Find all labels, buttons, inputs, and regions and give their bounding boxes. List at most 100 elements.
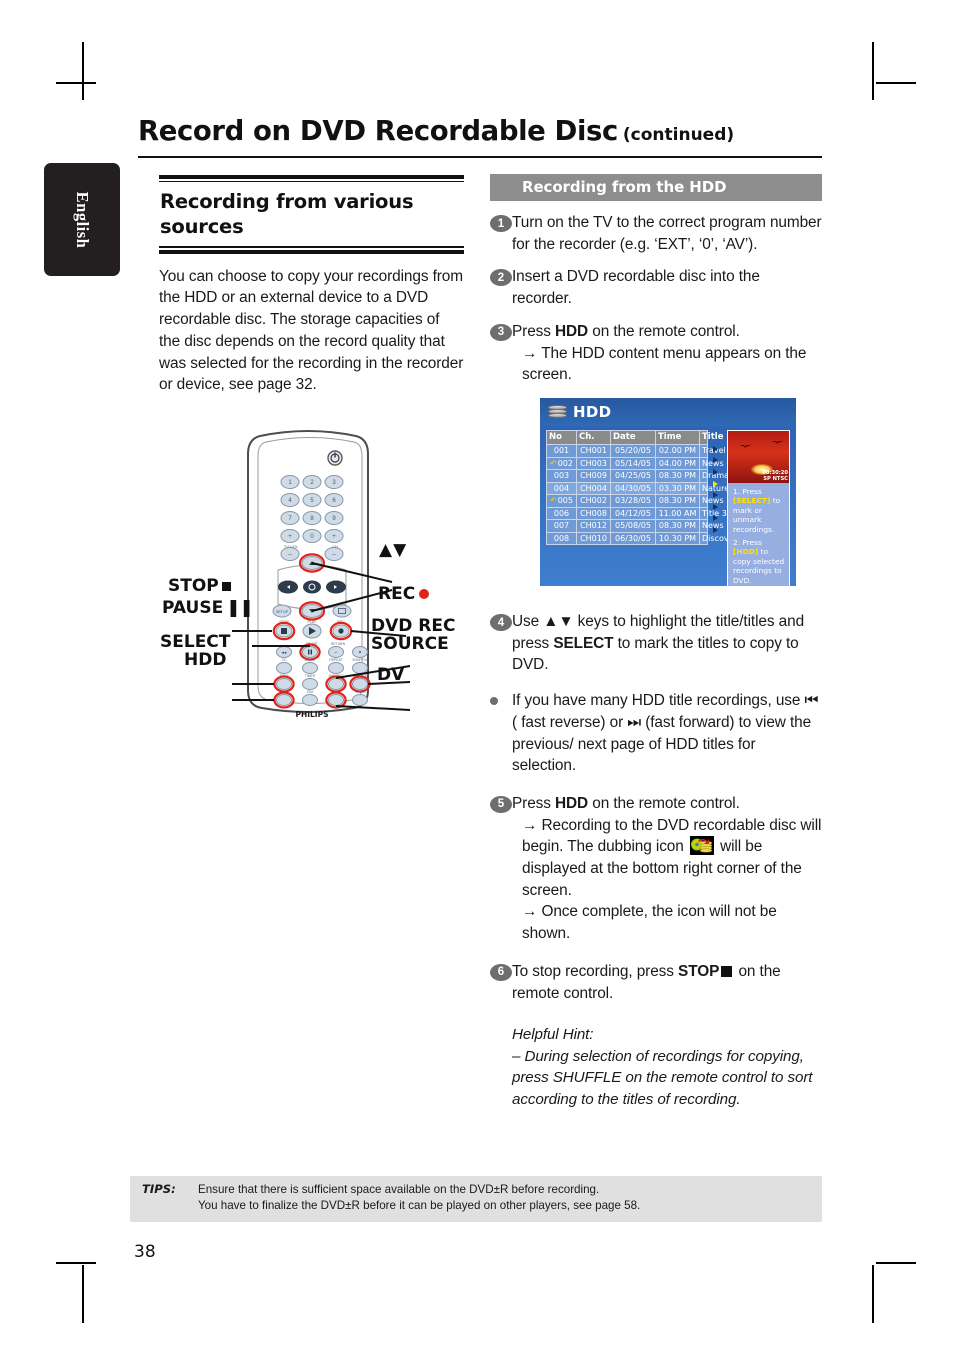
- col-date: Date: [610, 430, 656, 445]
- svg-text:SETUP: SETUP: [276, 610, 289, 614]
- svg-text:REPEAT: REPEAT: [329, 658, 342, 662]
- svg-text:DIM: DIM: [307, 690, 313, 694]
- step-number: 3: [490, 323, 512, 341]
- col-title: Title: [699, 430, 723, 445]
- cell-title: News: [699, 494, 724, 508]
- crop-mark-bottom-left-h: [56, 1262, 96, 1264]
- table-row[interactable]: ↶002 CH003 05/14/05 04.00 PM News: [546, 456, 724, 470]
- table-row[interactable]: 003 CH009 04/25/05 08.30 PM Drama: [546, 469, 729, 483]
- svg-text:T/C: T/C: [281, 658, 287, 662]
- step-5: 5 Press HDD on the remote control. → Rec…: [490, 793, 822, 945]
- svg-text:TV VOL: TV VOL: [284, 544, 299, 549]
- row-arrow-icon[interactable]: [713, 466, 722, 478]
- step-text: Use ▲▼ keys to highlight the title/title…: [512, 611, 822, 676]
- step-number: 5: [490, 795, 512, 813]
- step-5-sub-a: → Recording to the DVD recordable disc w…: [522, 816, 822, 856]
- hdd-stack-icon: [548, 404, 567, 420]
- step-number: 1: [490, 215, 512, 232]
- svg-text:⇄: ⇄: [359, 650, 362, 654]
- step-substep: → The HDD content menu appears on the sc…: [522, 344, 807, 384]
- row-arrow-icon[interactable]: [713, 443, 722, 455]
- section-rule-top-thick: [159, 175, 464, 179]
- crop-mark-top-left-v: [82, 42, 84, 100]
- cell-time: 03.30 PM: [655, 481, 700, 495]
- row-arrow-icon[interactable]: [713, 524, 722, 536]
- table-row[interactable]: 008 CH010 06/30/05 10.30 PM Discover: [546, 531, 737, 545]
- right-column-continued: 4 Use ▲▼ keys to highlight the title/tit…: [490, 600, 822, 1110]
- cell-title: Discover: [699, 531, 737, 545]
- row-arrow-icon[interactable]: [713, 489, 722, 501]
- row-arrow-icon[interactable]: [713, 455, 722, 467]
- pause-bars-icon: ❚❚: [226, 598, 253, 618]
- osd-side-panel: 00:30:20 SP NTSC 1. Press [SELECT] to ma…: [727, 430, 790, 586]
- svg-text:CH: CH: [332, 544, 338, 549]
- cell-ch: CH001: [576, 444, 611, 458]
- left-column: Recording from various sources You can c…: [159, 175, 464, 396]
- crop-mark-bottom-right-v: [872, 1265, 874, 1323]
- cell-ch: CH010: [576, 531, 611, 545]
- cell-date: 04/12/05: [610, 506, 656, 520]
- crop-mark-bottom-left-v: [82, 1265, 84, 1323]
- page-title: Record on DVD Recordable Disc (continued): [138, 115, 822, 147]
- callout-stop: STOP: [168, 576, 231, 596]
- step-4: 4 Use ▲▼ keys to highlight the title/tit…: [490, 611, 822, 676]
- bird-icon: [772, 441, 783, 446]
- step-text: To stop recording, press STOP on the rem…: [512, 961, 822, 1004]
- step-1: 1 Turn on the TV to the correct program …: [490, 212, 822, 255]
- callout-rec: REC: [378, 584, 430, 604]
- step-5-sub-c: → Once complete, the icon will not be sh…: [522, 903, 777, 943]
- table-row[interactable]: ↶005 CH002 03/28/05 08.30 PM News: [546, 494, 724, 508]
- cell-time: 08.30 PM: [655, 519, 700, 533]
- hdd-key-token: [HDD]: [733, 547, 759, 557]
- right-column: Recording from the HDD 1 Turn on the TV …: [490, 174, 822, 386]
- callout-dvd-rec: DVD REC: [371, 616, 456, 636]
- cell-title: Travel: [699, 444, 726, 458]
- table-row[interactable]: 007 CH012 05/08/05 08.30 PM News: [546, 519, 724, 533]
- cell-date: 04/30/05: [610, 481, 656, 495]
- page-number: 38: [134, 1242, 156, 1262]
- cell-ch: CH012: [576, 519, 611, 533]
- step-number: 6: [490, 963, 512, 981]
- row-arrow-icon[interactable]: [713, 513, 722, 525]
- osd-thumbnail-preview: 00:30:20 SP NTSC: [728, 431, 789, 483]
- cell-no: 004: [546, 481, 577, 495]
- helpful-hint-text: – During selection of recordings for cop…: [512, 1047, 813, 1108]
- svg-text:◀◀: ◀◀: [282, 650, 287, 654]
- row-arrow-icon[interactable]: [713, 478, 722, 490]
- table-row[interactable]: 001 CH001 05/20/05 02.00 PM Travel: [546, 444, 726, 458]
- step-text: Turn on the TV to the correct program nu…: [512, 214, 822, 253]
- cell-ch: CH008: [576, 506, 611, 520]
- osd-body: No Ch. Date Time Title 001 CH001 05/20/05 0…: [540, 426, 796, 586]
- svg-text:PLAY: PLAY: [308, 620, 318, 624]
- row-arrow-icon[interactable]: [713, 501, 722, 513]
- page-title-main: Record on DVD Recordable Disc: [138, 115, 618, 147]
- callout-source: SOURCE: [371, 634, 449, 654]
- tips-line-2: You have to finalize the DVD±R before it…: [198, 1199, 641, 1213]
- svg-text:+: +: [332, 534, 336, 540]
- page-title-continued: (continued): [622, 125, 735, 145]
- step-3: 3 Press HDD on the remote control. → The…: [490, 321, 822, 386]
- osd-title-table: No Ch. Date Time Title 001 CH001 05/20/05 0…: [546, 430, 737, 586]
- step-key-bold: HDD: [555, 322, 589, 340]
- thumbnail-mode: SP NTSC: [763, 476, 788, 482]
- crop-mark-bottom-right-h: [876, 1262, 916, 1264]
- section-body-text: You can choose to copy your recordings f…: [159, 267, 464, 394]
- remote-brand-label: PHILIPS: [295, 710, 328, 719]
- cell-ch: CH003: [576, 456, 611, 470]
- cell-time: 10.30 PM: [655, 531, 700, 545]
- cell-time: 08.30 PM: [655, 469, 700, 483]
- record-dot-icon: [419, 589, 430, 599]
- section-rule-bottom-thick: [159, 249, 464, 254]
- table-row[interactable]: 004 CH004 04/30/05 03.30 PM Nature: [546, 481, 729, 495]
- power-button-icon: [327, 450, 343, 466]
- helpful-hint-label: Helpful Hint:: [512, 1026, 594, 1044]
- cell-no: 008: [546, 531, 577, 545]
- cell-date: 05/20/05: [610, 444, 656, 458]
- table-row[interactable]: 006 CH008 04/12/05 11.00 AM Title 3: [546, 506, 727, 520]
- remote-control-figure: 1 2 3 4 5 6 7 8 9 + 0 + – – TV VOL CH SE…: [160, 420, 460, 720]
- svg-text:TIMER: TIMER: [305, 674, 316, 678]
- osd-title: HDD: [573, 403, 612, 421]
- tips-label: TIPS:: [142, 1182, 176, 1196]
- osd-table-body: 001 CH001 05/20/05 02.00 PM Travel ↶002 CH003 0…: [546, 444, 737, 545]
- cell-title: News: [699, 456, 724, 470]
